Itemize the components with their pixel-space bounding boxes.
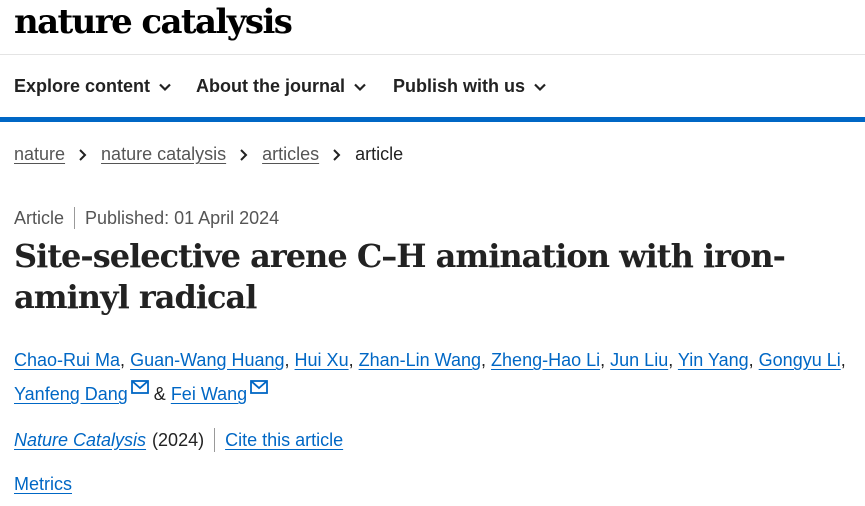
breadcrumb: nature nature catalysis articles article xyxy=(14,144,403,165)
author-link[interactable]: Gongyu Li xyxy=(759,350,841,370)
main-nav: Explore content About the journal Publis… xyxy=(0,55,865,122)
article-meta: Article Published: 01 April 2024 xyxy=(14,207,279,229)
chevron-down-icon xyxy=(354,83,366,91)
author-link[interactable]: Hui Xu xyxy=(295,350,349,370)
nav-publish-with-us[interactable]: Publish with us xyxy=(393,76,547,97)
cite-this-article-link[interactable]: Cite this article xyxy=(225,430,343,451)
nav-item-label: Publish with us xyxy=(393,76,526,96)
breadcrumb-current: article xyxy=(355,144,404,164)
author-link[interactable]: Yin Yang xyxy=(678,350,749,370)
nav-explore-content[interactable]: Explore content xyxy=(14,76,172,97)
chevron-right-icon xyxy=(333,148,341,161)
cite-divider xyxy=(214,428,216,452)
chevron-down-icon xyxy=(159,83,171,91)
author-conjunction: & xyxy=(153,384,166,404)
citation-line: Nature Catalysis (2024) Cite this articl… xyxy=(14,428,343,452)
metrics-link[interactable]: Metrics xyxy=(14,474,72,495)
breadcrumb-nature-catalysis[interactable]: nature catalysis xyxy=(101,144,226,165)
author-list: Chao-Rui Ma, Guan-Wang Huang, Hui Xu, Zh… xyxy=(14,350,846,404)
nav-item-label: Explore content xyxy=(14,76,151,96)
journal-logo[interactable]: nature catalysis xyxy=(14,2,293,42)
author-link[interactable]: Yanfeng Dang xyxy=(14,384,128,404)
journal-link[interactable]: Nature Catalysis xyxy=(14,430,146,451)
meta-divider xyxy=(74,207,76,229)
author-link[interactable]: Fei Wang xyxy=(171,384,247,404)
author-link[interactable]: Zhan-Lin Wang xyxy=(359,350,481,370)
author-link[interactable]: Guan-Wang Huang xyxy=(130,350,284,370)
chevron-down-icon xyxy=(534,83,546,91)
mail-icon[interactable] xyxy=(250,380,269,394)
chevron-right-icon xyxy=(240,148,248,161)
published-date: Published: 01 April 2024 xyxy=(85,207,280,228)
breadcrumb-articles[interactable]: articles xyxy=(262,144,319,165)
author-link[interactable]: Chao-Rui Ma xyxy=(14,350,120,370)
citation-year: (2024) xyxy=(152,429,205,450)
chevron-right-icon xyxy=(79,148,87,161)
nav-about-journal[interactable]: About the journal xyxy=(196,76,367,97)
article-title: Site-selective arene C–H amination with … xyxy=(14,237,786,316)
nav-item-label: About the journal xyxy=(196,76,345,96)
site-header: nature catalysis xyxy=(0,0,865,55)
article-type: Article xyxy=(14,207,65,228)
author-link[interactable]: Jun Liu xyxy=(610,350,668,370)
breadcrumb-nature[interactable]: nature xyxy=(14,144,65,165)
author-link[interactable]: Zheng-Hao Li xyxy=(491,350,600,370)
mail-icon[interactable] xyxy=(130,380,149,394)
